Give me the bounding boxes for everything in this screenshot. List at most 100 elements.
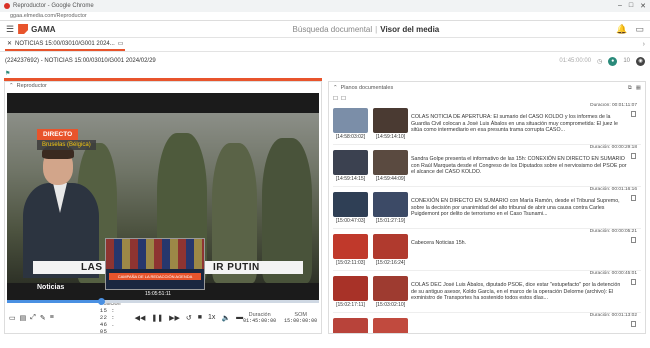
user-icon[interactable]: ◉ bbox=[636, 56, 645, 66]
maximize-icon[interactable]: □ bbox=[629, 2, 633, 10]
media-duration: 01:45:00:00 bbox=[559, 58, 592, 64]
rewind-icon[interactable]: ◀◀ bbox=[135, 314, 146, 322]
forward-icon[interactable]: ▶▶ bbox=[169, 314, 180, 322]
close-tab-icon[interactable]: ✕ bbox=[7, 40, 12, 47]
video-frame[interactable]: DIRECTO Bruselas (Bélgica) LAS IR PUTIN … bbox=[7, 93, 319, 300]
document-description: CONEXIÓN EN DIRECTO EN SUMARIO con María… bbox=[411, 198, 620, 218]
document-description: COLAS NOTICIA DE APERTURA: El sumario de… bbox=[411, 114, 618, 134]
thumbnail-image bbox=[333, 318, 368, 333]
collapse-icon[interactable]: ⌃ bbox=[333, 85, 338, 91]
flag-icon[interactable]: ⚑ bbox=[0, 70, 650, 78]
bell-icon[interactable]: 🔔 bbox=[616, 24, 627, 35]
document-description: COLAS DEC José Luis Ábalos, diputado PSO… bbox=[411, 282, 621, 302]
minimize-icon[interactable]: – bbox=[618, 2, 622, 10]
screen-icon[interactable]: ▭ bbox=[9, 314, 16, 322]
thumbnail[interactable]: [15:02:11:03] bbox=[333, 234, 368, 270]
document-item[interactable]: [14:59:14:15] [14:59:44:09] Sandra Golpe p… bbox=[333, 145, 641, 187]
thumbnail-timecode: [14:59:14:15] bbox=[335, 176, 366, 182]
thumbnail-timecode: [15:02:17:11] bbox=[336, 302, 365, 308]
thumbnail[interactable] bbox=[373, 318, 408, 333]
documents-panel: ⌃ Planos documentales ⧉ ▦ ☐ ☐ [14:58:03:… bbox=[328, 81, 646, 334]
document-icon[interactable] bbox=[631, 111, 636, 117]
document-icon[interactable] bbox=[631, 321, 636, 327]
document-item[interactable]: [14:58:03:02] [14:59:14:10] COLAS NOTICIA … bbox=[333, 103, 641, 145]
list-icon[interactable]: ≡ bbox=[50, 314, 54, 322]
inbox-icon[interactable]: ▭ bbox=[635, 24, 644, 35]
grid-icon[interactable]: ▦ bbox=[636, 85, 641, 92]
copy-icon[interactable]: ⧉ bbox=[628, 85, 632, 92]
hamburger-menu-icon[interactable]: ☰ bbox=[6, 24, 14, 35]
chevron-right-icon[interactable]: › bbox=[643, 41, 645, 48]
window-controls: – □ ✕ bbox=[618, 2, 646, 10]
address-bar[interactable]: ggaa.elmedia.com/Reproductor bbox=[0, 12, 650, 21]
thumbnail[interactable]: [15:02:16:24] bbox=[373, 234, 408, 270]
channel-logo: Noticias bbox=[37, 284, 65, 291]
media-count: 10 bbox=[623, 58, 630, 64]
select-all-icon[interactable]: ☐ bbox=[333, 96, 338, 102]
thumbnail-image bbox=[333, 234, 368, 259]
progress-knob[interactable] bbox=[97, 298, 105, 305]
document-item[interactable]: Duración: 00:01:13:02 bbox=[333, 313, 641, 333]
thumbnail-image bbox=[373, 318, 408, 333]
filter-icon[interactable]: ☐ bbox=[341, 96, 346, 102]
thumbnail[interactable]: [15:03:02:10] bbox=[373, 276, 408, 312]
thumbnail[interactable]: [14:59:14:15] bbox=[333, 150, 368, 186]
volume-bar-icon[interactable]: ▬ bbox=[236, 314, 243, 322]
thumbnail[interactable]: [15:00:47:03] bbox=[333, 192, 368, 228]
document-icon[interactable] bbox=[631, 195, 636, 201]
thumbnail-timecode: [14:59:44:09] bbox=[375, 176, 406, 182]
document-item[interactable]: [15:02:17:11] [15:03:02:10] COLAS DEC José… bbox=[333, 271, 641, 313]
tab-label: NOTICIAS 15:00/03010/G001 2024... bbox=[15, 40, 115, 47]
thumbnail-image bbox=[373, 234, 408, 259]
thumbnail[interactable]: [15:01:27:19] bbox=[373, 192, 408, 228]
app-header: ☰ GAMA Búsqueda documental | Visor del med… bbox=[0, 21, 650, 38]
app-name: GAMA bbox=[31, 24, 56, 34]
thumbnail[interactable]: [14:58:03:02] bbox=[333, 108, 368, 144]
pause-icon[interactable]: ❚❚ bbox=[151, 314, 163, 322]
document-item[interactable]: [15:02:11:03] [15:02:16:24] Cabecera Notic… bbox=[333, 229, 641, 271]
gama-logo bbox=[18, 24, 29, 34]
playback-speed[interactable]: 1x bbox=[208, 314, 215, 322]
position-value: 15 : 22 : 46 . 05 bbox=[99, 307, 116, 334]
thumbnail-timecode: [15:02:16:24] bbox=[375, 260, 406, 266]
duration-value: 01:45:00:00 bbox=[243, 318, 277, 324]
document-icon[interactable] bbox=[631, 237, 636, 243]
video-icon: ▭ bbox=[117, 41, 124, 47]
document-duration: Duración: 00:00:29:18 bbox=[589, 145, 637, 150]
status-circle-icon[interactable]: ● bbox=[608, 56, 618, 66]
document-description: Cabecera Noticias 15h. bbox=[411, 240, 467, 246]
tab-strip: ✕ NOTICIAS 15:00/03010/G001 2024... ▭ › bbox=[0, 38, 650, 52]
thumbnail[interactable] bbox=[333, 318, 368, 333]
thumbnail[interactable]: [14:59:44:09] bbox=[373, 150, 408, 186]
document-duration: Duración: 00:00:05:21 bbox=[589, 229, 637, 234]
documents-panel-title: Planos documentales bbox=[340, 85, 394, 91]
progress-bar[interactable] bbox=[7, 298, 319, 305]
thumbnail-timecode: [14:59:14:10] bbox=[375, 134, 406, 140]
caption-right: IR PUTIN bbox=[213, 262, 260, 273]
close-icon[interactable]: ✕ bbox=[640, 2, 646, 10]
breadcrumb-search[interactable]: Búsqueda documental bbox=[293, 25, 373, 34]
document-duration: Duración: 00:01:16:16 bbox=[589, 187, 637, 192]
stop-icon[interactable]: ■ bbox=[198, 314, 202, 322]
player-controls: ▭ ▤ ⤢ ✎ ≡ Posición 15 : 22 : 46 . 05 ◀◀ … bbox=[5, 301, 321, 334]
thumbnail-timecode: [14:58:03:02] bbox=[335, 134, 366, 140]
url-text: ggaa.elmedia.com/Reproductor bbox=[10, 13, 87, 19]
subtitle-icon[interactable]: ▤ bbox=[20, 314, 27, 322]
player-panel-title: Reproductor bbox=[16, 82, 47, 89]
document-icon[interactable] bbox=[631, 279, 636, 285]
thumbnail[interactable]: [15:02:17:11] bbox=[333, 276, 368, 312]
expand-icon[interactable]: ⤢ bbox=[30, 314, 36, 322]
document-item[interactable]: [15:00:47:03] [15:01:27:19] CONEXIÓN EN DI… bbox=[333, 187, 641, 229]
loop-icon[interactable]: ↺ bbox=[186, 314, 192, 322]
edit-icon[interactable]: ✎ bbox=[40, 314, 46, 322]
collapse-icon[interactable]: ⌃ bbox=[9, 83, 14, 89]
volume-icon[interactable]: 🔈 bbox=[221, 314, 230, 322]
thumbnail-image bbox=[333, 150, 368, 175]
live-badge: DIRECTO bbox=[37, 129, 79, 140]
documents-list: [14:58:03:02] [14:59:14:10] COLAS NOTICIA … bbox=[329, 103, 645, 333]
breadcrumb-viewer: Visor del media bbox=[380, 24, 440, 34]
document-icon[interactable] bbox=[631, 153, 636, 159]
tab-media[interactable]: ✕ NOTICIAS 15:00/03010/G001 2024... ▭ bbox=[5, 38, 126, 51]
thumbnail-image bbox=[373, 150, 408, 175]
thumbnail[interactable]: [14:59:14:10] bbox=[373, 108, 408, 144]
